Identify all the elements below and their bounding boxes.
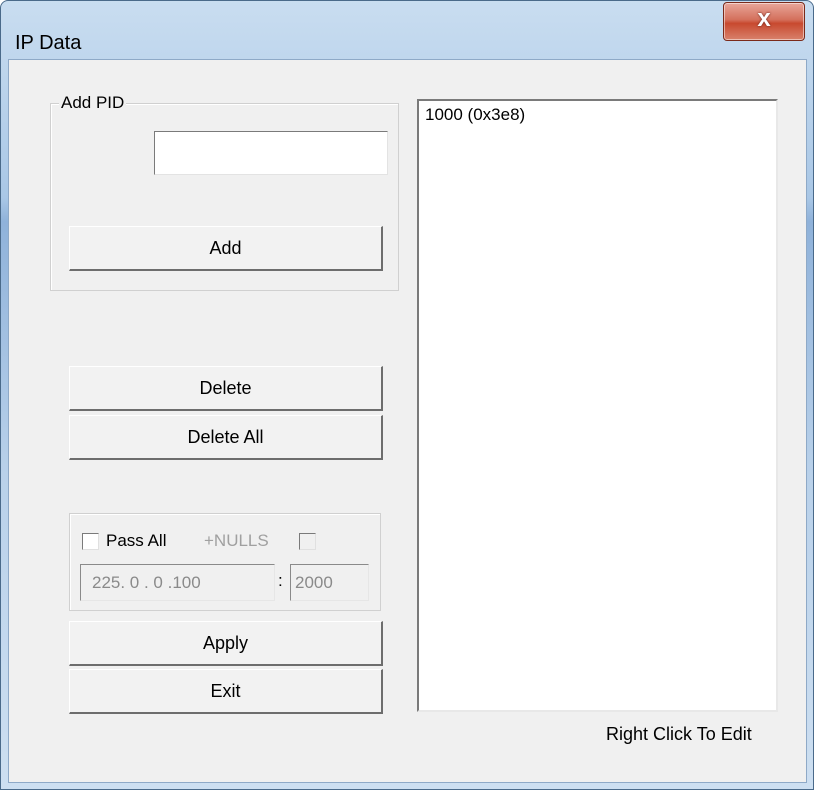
window-title: IP Data xyxy=(15,32,82,54)
add-button-label: Add xyxy=(209,238,242,258)
apply-button-label: Apply xyxy=(202,633,249,653)
close-button[interactable]: x xyxy=(723,2,805,41)
title-bar[interactable]: IP Data x xyxy=(1,1,813,59)
right-click-hint: Right Click To Edit xyxy=(606,724,752,744)
pid-listbox[interactable]: 1000 (0x3e8) xyxy=(417,99,778,712)
ip-data-dialog: IP Data x Add PID Add Delete Delete All … xyxy=(0,0,814,790)
pass-all-checkbox[interactable] xyxy=(82,533,99,550)
apply-button[interactable]: Apply xyxy=(69,621,383,666)
add-pid-group-label: Add PID xyxy=(59,93,127,113)
ip-address-input[interactable]: 225. 0 . 0 .100 xyxy=(80,564,275,601)
pid-input[interactable] xyxy=(154,131,388,175)
nulls-label: +NULLS xyxy=(204,531,269,550)
delete-button[interactable]: Delete xyxy=(69,366,383,411)
nulls-checkbox[interactable] xyxy=(299,533,316,550)
pass-all-label: Pass All xyxy=(106,531,167,550)
dialog-client-area: Add PID Add Delete Delete All Pass All +… xyxy=(8,59,807,783)
port-separator: : xyxy=(278,571,283,590)
delete-all-button-label: Delete All xyxy=(187,427,264,447)
pass-all-group: Pass All +NULLS 225. 0 . 0 .100 : 2000 xyxy=(69,513,381,611)
port-input[interactable]: 2000 xyxy=(290,564,369,601)
delete-button-label: Delete xyxy=(199,378,252,398)
add-pid-group: Add PID Add xyxy=(50,93,399,291)
delete-all-button[interactable]: Delete All xyxy=(69,415,383,460)
exit-button[interactable]: Exit xyxy=(69,669,383,714)
close-icon: x xyxy=(757,5,771,32)
add-button[interactable]: Add xyxy=(69,226,383,271)
list-item[interactable]: 1000 (0x3e8) xyxy=(425,105,525,125)
exit-button-label: Exit xyxy=(210,681,241,701)
